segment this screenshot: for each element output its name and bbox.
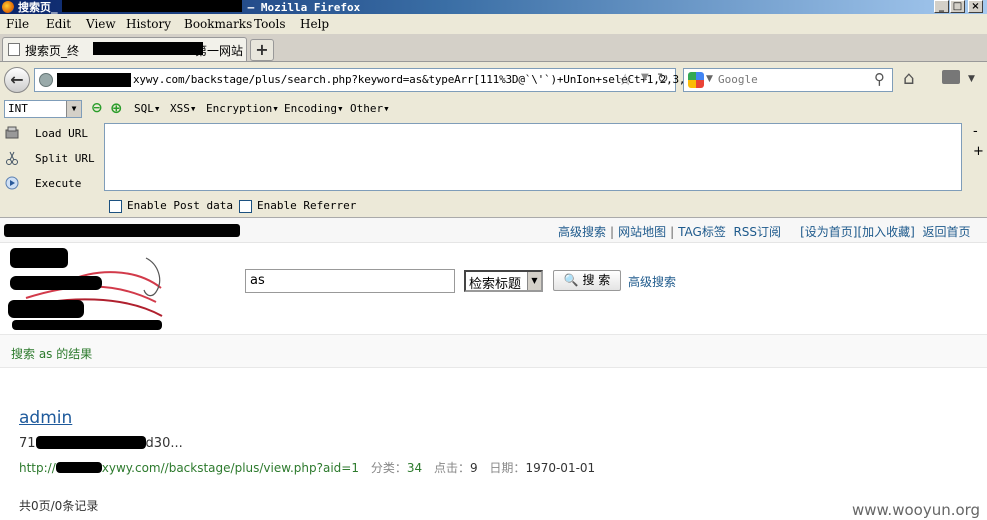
menu-file[interactable]: File bbox=[6, 17, 29, 31]
menu-encoding[interactable]: Encoding▾ bbox=[284, 102, 344, 115]
hackbar-toolbar: INT ▼ ⊖ ⊕ SQL▾ XSS▾ Encryption▾ Encoding▾… bbox=[0, 96, 987, 218]
redaction bbox=[4, 224, 240, 237]
url-textarea[interactable] bbox=[104, 123, 962, 191]
extension-dropdown-icon[interactable]: ▼ bbox=[968, 74, 975, 84]
shrink-button[interactable]: - bbox=[973, 124, 978, 139]
decrease-button[interactable]: ⊖ bbox=[91, 100, 103, 116]
minimize-button[interactable]: _ bbox=[934, 0, 949, 13]
menu-xss[interactable]: XSS▾ bbox=[170, 102, 197, 115]
link-rss[interactable]: RSS订阅 bbox=[733, 225, 781, 239]
menu-encryption[interactable]: Encryption▾ bbox=[206, 102, 279, 115]
scissors-icon bbox=[6, 151, 18, 165]
load-url-icon bbox=[5, 126, 19, 139]
chevron-down-icon: ▼ bbox=[527, 272, 541, 290]
split-url-button[interactable]: Split URL bbox=[0, 148, 98, 170]
reload-icon[interactable]: ↻ bbox=[657, 71, 669, 87]
chevron-down-icon: ▼ bbox=[66, 101, 81, 117]
menu-edit[interactable]: Edit bbox=[46, 17, 71, 31]
url-bar[interactable]: xywy.com/backstage/plus/search.php?keywo… bbox=[34, 68, 686, 92]
site-top-strip: 高级搜索 | 网站地图 | TAG标签 RSS订阅 [设为首页][加入收藏] 返回首页 bbox=[0, 218, 987, 243]
window-title-bar: 搜索页_ – Mozilla Firefox _ □ × bbox=[0, 0, 987, 14]
link-advanced-search[interactable]: 高级搜索 bbox=[558, 225, 606, 239]
menu-tools[interactable]: Tools bbox=[254, 17, 286, 31]
pager-info: 共0页/0条记录 bbox=[19, 499, 99, 513]
search-icon[interactable]: ⚲ bbox=[874, 70, 885, 88]
maximize-button[interactable]: □ bbox=[950, 0, 965, 13]
link-set-home[interactable]: [设为首页] bbox=[800, 225, 857, 239]
home-icon[interactable]: ⌂ bbox=[903, 68, 914, 89]
menu-view[interactable]: View bbox=[86, 17, 116, 31]
new-tab-button[interactable]: + bbox=[250, 39, 274, 61]
search-button[interactable]: 🔍 搜 索 bbox=[553, 270, 621, 291]
load-url-button[interactable]: Load URL bbox=[0, 123, 98, 145]
referrer-label: Enable Referrer bbox=[257, 199, 357, 212]
browser-tab[interactable]: 搜索页_终 第一网站 bbox=[2, 37, 247, 61]
search-input[interactable]: as bbox=[245, 269, 455, 293]
grow-button[interactable]: + bbox=[973, 144, 984, 159]
referrer-checkbox[interactable] bbox=[239, 200, 252, 213]
result-heading: 搜索 as 的结果 bbox=[11, 347, 93, 361]
result-meta: http://xywy.com//backstage/plus/view.php… bbox=[19, 461, 596, 475]
post-data-checkbox[interactable] bbox=[109, 200, 122, 213]
post-data-label: Enable Post data bbox=[127, 199, 233, 212]
result-url-link[interactable]: http://xywy.com//backstage/plus/view.php… bbox=[19, 461, 359, 475]
extension-icon[interactable] bbox=[942, 70, 960, 84]
increase-button[interactable]: ⊕ bbox=[110, 99, 123, 117]
bookmark-star-icon[interactable]: ☆ bbox=[618, 70, 632, 89]
result-snippet: 71 d30... bbox=[19, 436, 183, 451]
menu-other[interactable]: Other▾ bbox=[350, 102, 390, 115]
top-links: 高级搜索 | 网站地图 | TAG标签 RSS订阅 [设为首页][加入收藏] 返回首页 bbox=[558, 225, 971, 239]
type-select[interactable]: INT ▼ bbox=[4, 100, 82, 118]
close-button[interactable]: × bbox=[968, 0, 983, 13]
link-back-home[interactable]: 返回首页 bbox=[923, 225, 971, 239]
magnifier-icon: 🔍 bbox=[563, 273, 579, 287]
redaction bbox=[57, 73, 131, 87]
category-select[interactable]: 检索标题 ▼ bbox=[464, 270, 543, 292]
engine-dropdown-icon[interactable]: ▼ bbox=[706, 74, 713, 84]
link-sitemap[interactable]: 网站地图 bbox=[618, 225, 666, 239]
execute-button[interactable]: Execute bbox=[0, 173, 98, 195]
url-text: xywy.com/backstage/plus/search.php?keywo… bbox=[133, 73, 686, 86]
link-add-favorite[interactable]: [加入收藏] bbox=[858, 225, 915, 239]
redaction bbox=[93, 42, 203, 55]
redaction bbox=[62, 0, 242, 12]
firefox-icon bbox=[2, 1, 14, 13]
page-icon bbox=[8, 43, 20, 56]
menu-help[interactable]: Help bbox=[300, 17, 329, 31]
search-placeholder: Google bbox=[718, 73, 758, 86]
globe-icon bbox=[39, 73, 53, 87]
site-logo[interactable] bbox=[6, 248, 166, 330]
result-title-link[interactable]: admin bbox=[19, 408, 72, 428]
google-icon[interactable] bbox=[688, 72, 704, 88]
watermark: www.wooyun.org bbox=[852, 501, 981, 519]
link-tag[interactable]: TAG标签 bbox=[678, 225, 726, 239]
load-url-label: Load URL bbox=[35, 127, 88, 140]
result-header: 搜索 as 的结果 bbox=[0, 334, 987, 368]
web-page: 高级搜索 | 网站地图 | TAG标签 RSS订阅 [设为首页][加入收藏] 返回首页 … bbox=[0, 218, 987, 520]
menu-bookmarks[interactable]: Bookmarks bbox=[184, 17, 252, 31]
split-url-label: Split URL bbox=[35, 152, 95, 165]
menu-history[interactable]: History bbox=[126, 17, 171, 31]
back-button[interactable]: ← bbox=[4, 67, 30, 93]
tab-strip: 搜索页_终 第一网站 + bbox=[0, 34, 987, 62]
advanced-search-link[interactable]: 高级搜索 bbox=[628, 273, 676, 290]
menu-sql[interactable]: SQL▾ bbox=[134, 102, 161, 115]
execute-label: Execute bbox=[35, 177, 82, 190]
url-dropdown-icon[interactable]: ▼ bbox=[641, 72, 649, 83]
search-bar[interactable]: ▼ Google ⚲ bbox=[683, 68, 893, 92]
navigation-bar: ← xywy.com/backstage/plus/search.php?key… bbox=[0, 62, 987, 96]
menu-bar: File Edit View History Bookmarks Tools H… bbox=[0, 14, 987, 34]
play-icon bbox=[5, 176, 19, 190]
